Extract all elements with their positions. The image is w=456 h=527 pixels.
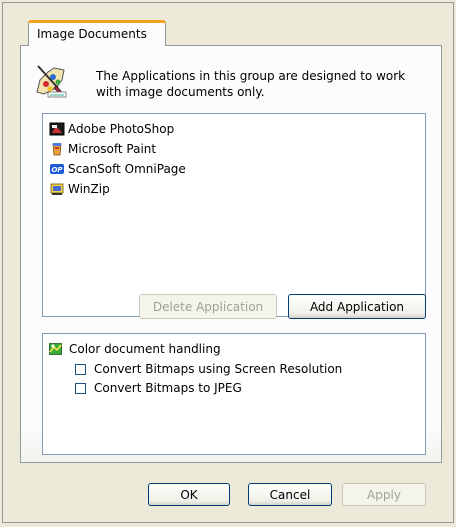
omnipage-icon: OP [49,161,65,177]
apply-button[interactable]: Apply [342,483,426,506]
list-item-adobe-photoshop[interactable]: Adobe PhotoShop [49,119,174,139]
color-document-icon [49,342,63,356]
applications-list[interactable]: Adobe PhotoShop Microsoft Paint OP ScanS… [42,113,426,317]
option-group-label: Color document handling [69,342,221,356]
palette-brush-icon [34,62,68,98]
list-item-label: WinZip [68,182,110,196]
svg-text:OP: OP [51,166,63,174]
dialog-window: Image Documents The Applications in this… [0,0,456,527]
list-item-label: Microsoft Paint [68,142,157,156]
ok-button[interactable]: OK [148,483,230,506]
option-label: Convert Bitmaps using Screen Resolution [94,362,343,376]
intro-description: The Applications in this group are desig… [96,69,406,99]
option-group-color-document-handling: Color document handling [49,340,221,358]
checkbox-convert-to-jpeg[interactable] [75,382,86,394]
list-item-winzip[interactable]: WinZip [49,179,110,199]
list-item-label: ScanSoft OmniPage [68,162,186,176]
option-convert-screen-resolution[interactable]: Convert Bitmaps using Screen Resolution [75,360,342,378]
photoshop-icon [49,121,65,137]
checkbox-convert-screen-resolution[interactable] [75,363,86,375]
list-item-scansoft-omnipage[interactable]: OP ScanSoft OmniPage [49,159,186,179]
options-list: Color document handling Convert Bitmaps … [42,333,426,455]
add-application-button[interactable]: Add Application [288,294,426,319]
list-item-microsoft-paint[interactable]: Microsoft Paint [49,139,156,159]
option-convert-to-jpeg[interactable]: Convert Bitmaps to JPEG [75,379,242,397]
cancel-button[interactable]: Cancel [248,483,332,506]
delete-application-button[interactable]: Delete Application [139,294,277,319]
winzip-icon [49,181,65,197]
option-label: Convert Bitmaps to JPEG [94,381,242,395]
tab-label: Image Documents [37,27,147,41]
paint-icon [49,141,65,157]
tab-image-documents[interactable]: Image Documents [28,20,166,46]
list-item-label: Adobe PhotoShop [68,122,175,136]
